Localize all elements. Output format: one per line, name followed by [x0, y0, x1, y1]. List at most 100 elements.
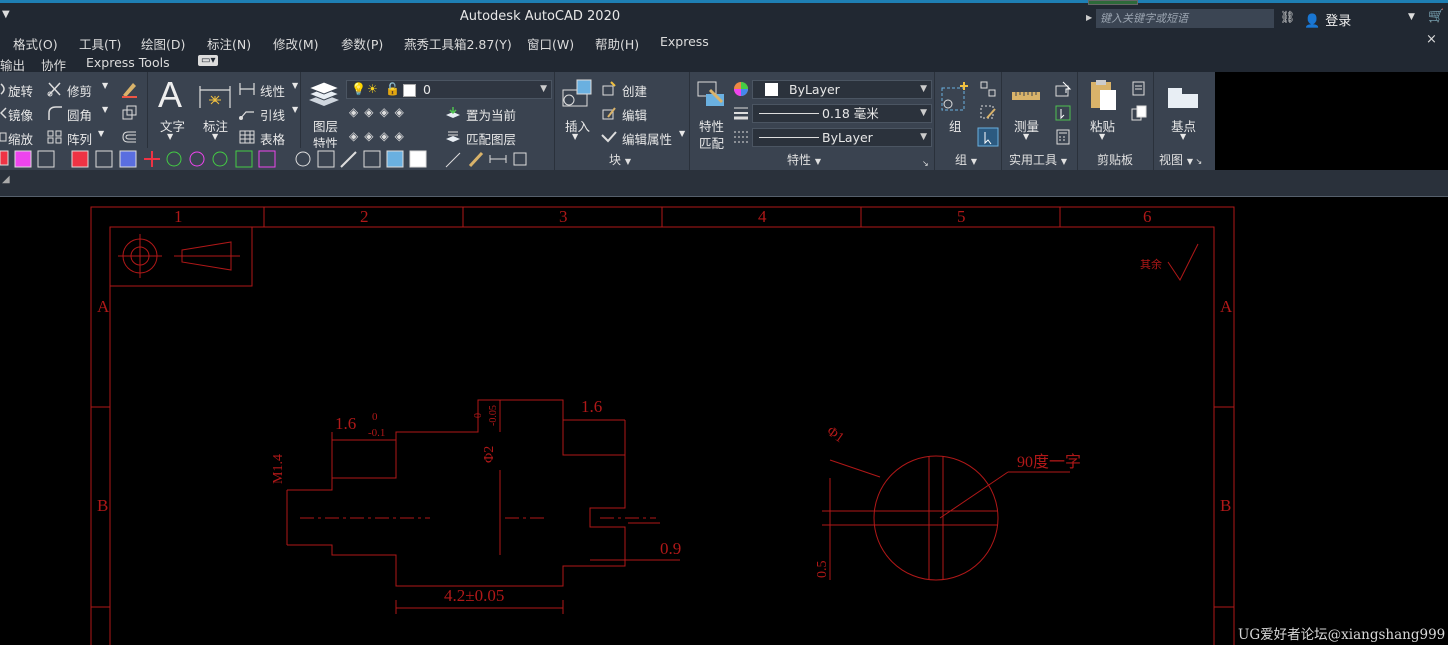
- menu-dimension[interactable]: 标注(N): [207, 34, 251, 53]
- offset-icon[interactable]: [120, 128, 138, 146]
- calculator-icon[interactable]: [1054, 128, 1072, 146]
- user-icon: 👤: [1304, 14, 1321, 29]
- paste-dropdown-icon[interactable]: ▼: [1099, 132, 1105, 141]
- properties-dialog-launcher-icon[interactable]: ↘: [922, 159, 929, 168]
- make-current-button[interactable]: 置为当前: [466, 105, 516, 124]
- dim-dia-tol-up: 0: [473, 413, 484, 418]
- scale-button[interactable]: 缩放: [8, 129, 33, 148]
- menu-modify[interactable]: 修改(M): [273, 34, 319, 53]
- measure-dropdown-icon[interactable]: ▼: [1023, 132, 1029, 141]
- sun-icon: ☀: [367, 82, 378, 96]
- binoculars-icon[interactable]: ⛓: [1280, 10, 1295, 24]
- edit-attributes-dropdown-icon[interactable]: ▼: [679, 129, 685, 138]
- color-dropdown[interactable]: ByLayer ▼: [752, 80, 932, 99]
- login-dropdown-icon[interactable]: ▼: [1408, 12, 1415, 22]
- fillet-button[interactable]: 圆角: [67, 105, 92, 124]
- dim-length: 4.2±0.05: [444, 586, 504, 605]
- ungroup-icon[interactable]: [979, 80, 997, 98]
- text-dropdown-icon[interactable]: ▼: [167, 132, 173, 141]
- layer-tools-row2-icons[interactable]: ◈◈◈◈: [349, 129, 410, 143]
- view-panel: 基点 ▼ 视图 ▼ ↘: [1154, 72, 1215, 170]
- column-label: 2: [360, 207, 369, 226]
- match-properties-label-2[interactable]: 匹配: [699, 133, 724, 152]
- drawing-tab-strip: ◢: [0, 170, 1448, 197]
- copy-clip-icon[interactable]: [1130, 104, 1148, 122]
- group-selection-icon[interactable]: [977, 127, 999, 147]
- edit-block-button[interactable]: 编辑: [622, 105, 647, 124]
- dim-1-6-right: 1.6: [581, 397, 602, 416]
- lineweight-dropdown[interactable]: 0.18 毫米 ▼: [752, 104, 932, 123]
- layer-dropdown[interactable]: 💡 ☀ 🔓 0 ▼: [346, 80, 552, 99]
- clipboard-panel-title[interactable]: 剪贴板: [1097, 151, 1133, 168]
- drawing-tab-icon[interactable]: ◢: [2, 174, 10, 185]
- leader-dropdown-icon[interactable]: ▼: [292, 105, 298, 114]
- linetype-dropdown[interactable]: ByLayer ▼: [752, 128, 932, 147]
- dim-1-6-left: 1.6: [335, 414, 356, 433]
- login-button[interactable]: 👤 登录: [1304, 10, 1351, 29]
- layer-tools-row1-icons[interactable]: ◈◈◈◈: [349, 105, 410, 119]
- express-tool-icons[interactable]: [0, 148, 545, 170]
- match-layer-button[interactable]: 匹配图层: [466, 129, 516, 148]
- lineweight-value: 0.18 毫米: [822, 106, 879, 121]
- edit-attributes-icon: [601, 131, 617, 143]
- create-block-button[interactable]: 创建: [622, 81, 647, 100]
- erase-icon[interactable]: [120, 80, 138, 98]
- fillet-dropdown-icon[interactable]: ▼: [102, 105, 108, 114]
- menu-tools[interactable]: 工具(T): [79, 34, 121, 53]
- array-dropdown-icon[interactable]: ▼: [98, 129, 104, 138]
- groups-panel-title[interactable]: 组 ▼: [955, 151, 977, 168]
- leader-button[interactable]: 引线: [260, 105, 285, 124]
- select-all-icon[interactable]: [1054, 104, 1072, 122]
- array-button[interactable]: 阵列: [67, 129, 92, 148]
- group-button[interactable]: 组: [949, 116, 962, 135]
- rotate-button[interactable]: 旋转: [8, 81, 33, 100]
- view-panel-title[interactable]: 视图 ▼ ↘: [1159, 151, 1202, 168]
- table-icon: [239, 130, 255, 144]
- menu-window[interactable]: 窗口(W): [527, 34, 574, 53]
- close-drawing-icon[interactable]: ×: [1426, 32, 1437, 47]
- drawing-canvas[interactable]: 1 2 3 4 5 6 A A B B 1.6 0 -0.1 1.6 M1.4 …: [0, 198, 1448, 645]
- mirror-icon: [0, 107, 7, 119]
- menu-express[interactable]: Express: [660, 34, 709, 49]
- menu-parameters[interactable]: 参数(P): [341, 34, 383, 53]
- column-label: 5: [957, 207, 966, 226]
- edit-attributes-button[interactable]: 编辑属性: [622, 129, 672, 148]
- column-label: 6: [1143, 207, 1152, 226]
- menu-draw[interactable]: 绘图(D): [141, 34, 185, 53]
- table-button[interactable]: 表格: [260, 129, 285, 148]
- tab-express-tools[interactable]: Express Tools: [86, 55, 170, 70]
- trim-button[interactable]: 修剪: [67, 81, 92, 100]
- text-icon: A: [158, 74, 183, 115]
- group-edit-icon[interactable]: [979, 104, 997, 122]
- ribbon-tab-bar: 输出 协作 Express Tools ▭▾: [0, 52, 1448, 73]
- current-layer-name: 0: [423, 82, 431, 97]
- dimension-dropdown-icon[interactable]: ▼: [212, 132, 218, 141]
- mirror-button[interactable]: 镜像: [8, 105, 33, 124]
- trim-dropdown-icon[interactable]: ▼: [102, 81, 108, 90]
- color-wheel-icon[interactable]: [732, 80, 750, 98]
- cut-icon[interactable]: [1130, 80, 1148, 98]
- window-title: Autodesk AutoCAD 2020: [459, 9, 621, 24]
- insert-dropdown-icon[interactable]: ▼: [572, 132, 578, 141]
- ribbon-display-toggle-icon[interactable]: ▭▾: [198, 55, 219, 66]
- linear-dropdown-icon[interactable]: ▼: [292, 81, 298, 90]
- search-expand-icon[interactable]: ▶: [1086, 13, 1092, 22]
- edit-block-icon: [602, 107, 616, 120]
- menu-format[interactable]: 格式(O): [13, 34, 58, 53]
- column-label: 1: [174, 207, 183, 226]
- cart-icon[interactable]: 🛒: [1428, 9, 1444, 24]
- base-dropdown-icon[interactable]: ▼: [1180, 132, 1186, 141]
- utilities-panel-title[interactable]: 实用工具 ▼: [1009, 151, 1067, 168]
- title-bar: ▼ Autodesk AutoCAD 2020 ▶ 键入关键字或短语 ⛓ 👤 登录…: [0, 0, 1448, 32]
- menu-yanxiu[interactable]: 燕秀工具箱2.87(Y): [404, 34, 512, 53]
- help-search-input[interactable]: 键入关键字或短语: [1096, 9, 1274, 28]
- block-panel-title[interactable]: 块 ▼: [609, 151, 631, 168]
- copy-icon[interactable]: [120, 104, 138, 122]
- unlock-icon: 🔓: [385, 82, 400, 96]
- properties-panel-title[interactable]: 特性 ▼: [787, 151, 821, 168]
- dim-thread-m1-4: M1.4: [271, 454, 286, 484]
- menu-help[interactable]: 帮助(H): [595, 34, 639, 53]
- quick-select-icon[interactable]: [1054, 80, 1072, 98]
- properties-panel: 特性 匹配 ByLayer ▼ 0.18 毫米 ▼ ByLayer ▼ 特性 ▼…: [690, 72, 935, 170]
- linear-button[interactable]: 线性: [260, 81, 285, 100]
